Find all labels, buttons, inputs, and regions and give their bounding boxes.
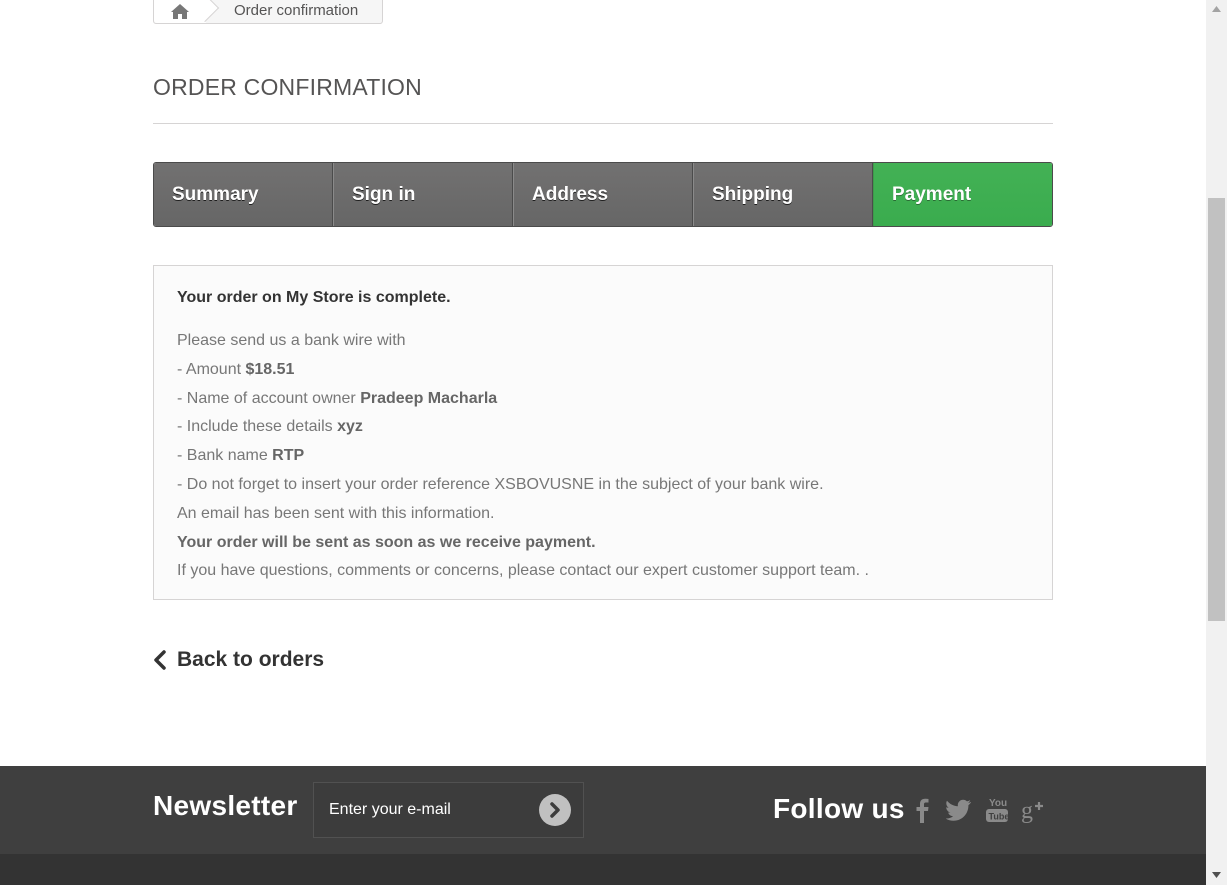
order-complete-text: Your order on My Store is complete. — [177, 289, 451, 306]
page-title: Order confirmation — [153, 74, 1053, 124]
amount-value: $18.51 — [245, 360, 295, 378]
amount-line: - Amount $18.51 — [177, 360, 295, 378]
newsletter-submit-button[interactable] — [539, 794, 571, 826]
svg-text:You: You — [989, 798, 1007, 809]
details-line: - Include these details xyz — [177, 418, 363, 436]
bank-wire-intro: Please send us a bank wire with — [177, 332, 406, 349]
scroll-down-icon[interactable] — [1206, 866, 1227, 883]
follow-us-title: Follow us — [773, 793, 905, 824]
back-to-orders-label: Back to orders — [177, 648, 325, 671]
bank-name-line: - Bank name RTP — [177, 447, 305, 465]
footer-bottom — [0, 854, 1206, 885]
order-confirmation-box: Your order on My Store is complete. Plea… — [153, 265, 1053, 600]
newsletter-email-input[interactable] — [314, 800, 531, 820]
page: Order confirmation Order confirmation Su… — [0, 0, 1206, 885]
twitter-icon[interactable] — [945, 796, 973, 824]
step-address[interactable]: Address — [513, 163, 693, 226]
scroll-up-icon[interactable] — [1206, 0, 1227, 17]
order-reference-line: - Do not forget to insert your order ref… — [177, 475, 824, 493]
bank-name-value: RTP — [272, 447, 305, 465]
checkout-steps: Summary Sign in Address Shipping Payment — [153, 162, 1053, 227]
breadcrumb: Order confirmation — [153, 0, 383, 24]
step-sign-in[interactable]: Sign in — [333, 163, 513, 226]
step-summary[interactable]: Summary — [154, 163, 333, 226]
google-plus-icon[interactable]: g — [1020, 796, 1048, 824]
details-value: xyz — [337, 418, 363, 436]
breadcrumb-current: Order confirmation — [234, 2, 359, 19]
breadcrumb-home-link[interactable] — [154, 0, 206, 23]
support-line: If you have questions, comments or conce… — [177, 562, 869, 580]
account-owner-line: - Name of account owner Pradeep Macharla — [177, 389, 498, 407]
chevron-left-icon — [153, 650, 167, 670]
shipping-notice-line: Your order will be sent as soon as we re… — [177, 533, 596, 551]
scrollbar-thumb[interactable] — [1208, 198, 1225, 621]
facebook-icon[interactable] — [908, 796, 936, 824]
youtube-icon[interactable]: You Tube — [983, 796, 1011, 824]
back-to-orders-link[interactable]: Back to orders — [153, 648, 324, 672]
newsletter-title: Newsletter — [153, 790, 298, 821]
chevron-right-icon — [550, 802, 560, 818]
newsletter-form — [313, 782, 584, 838]
step-payment: Payment — [873, 163, 1052, 226]
account-owner-value: Pradeep Macharla — [360, 389, 498, 407]
email-sent-line: An email has been sent with this informa… — [177, 504, 495, 522]
home-icon — [171, 4, 189, 19]
svg-text:g: g — [1021, 798, 1033, 824]
svg-text:Tube: Tube — [989, 812, 1010, 822]
step-shipping[interactable]: Shipping — [693, 163, 873, 226]
